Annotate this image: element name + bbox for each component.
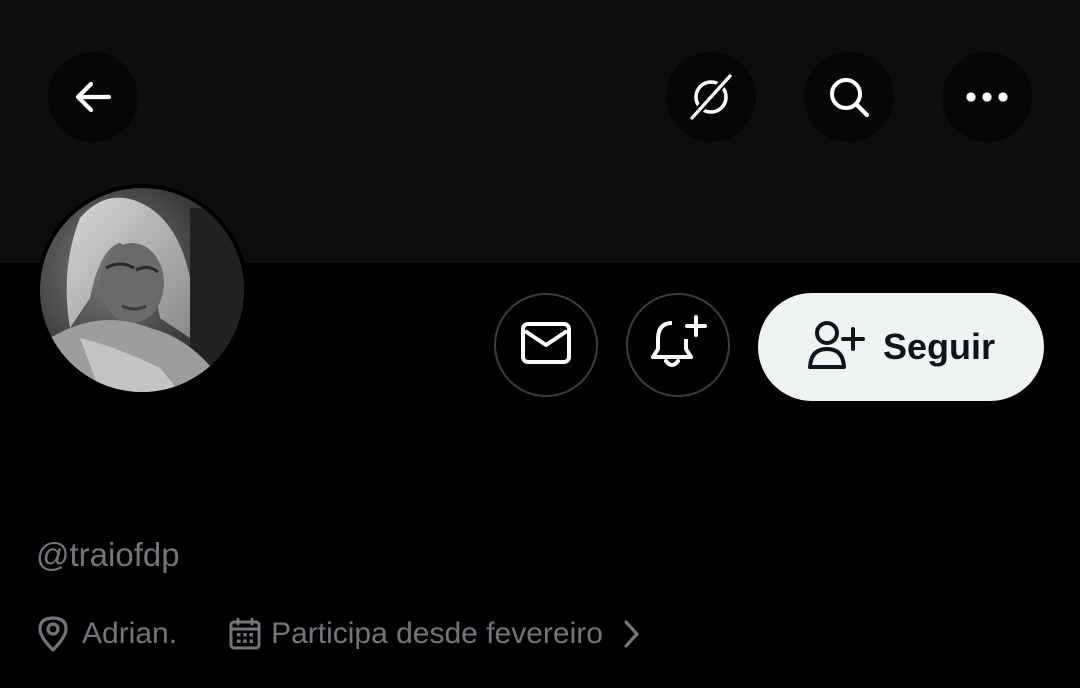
envelope-icon: [520, 321, 572, 370]
chevron-right-icon: [621, 618, 641, 650]
calendar-icon: [229, 618, 261, 650]
profile-avatar[interactable]: [36, 184, 248, 396]
location-text: Adrian.: [82, 617, 178, 650]
more-options-button[interactable]: [942, 52, 1032, 142]
profile-handle: @traiofdp: [36, 536, 180, 573]
location-pin-icon: [36, 615, 70, 653]
search-button[interactable]: [804, 52, 894, 142]
joined-date-text: Participa desde fevereiro: [271, 617, 603, 650]
location-item: Adrian.: [36, 615, 177, 653]
arrow-left-icon: [71, 75, 115, 119]
profile-meta: Adrian. Participa desde fevereiro: [36, 610, 641, 658]
follow-button[interactable]: Seguir: [758, 293, 1044, 401]
grok-icon: [686, 72, 736, 122]
back-button[interactable]: [48, 52, 138, 142]
notifications-button[interactable]: [626, 293, 730, 397]
person-plus-icon: [807, 319, 865, 376]
follow-label: Seguir: [882, 326, 996, 367]
avatar-photo: [40, 188, 244, 392]
grok-button[interactable]: [666, 52, 756, 142]
more-horizontal-icon: [963, 89, 1011, 105]
search-icon: [825, 73, 873, 121]
joined-date-item[interactable]: Participa desde fevereiro: [229, 617, 641, 651]
bell-plus-icon: [648, 314, 708, 376]
message-button[interactable]: [494, 293, 598, 397]
